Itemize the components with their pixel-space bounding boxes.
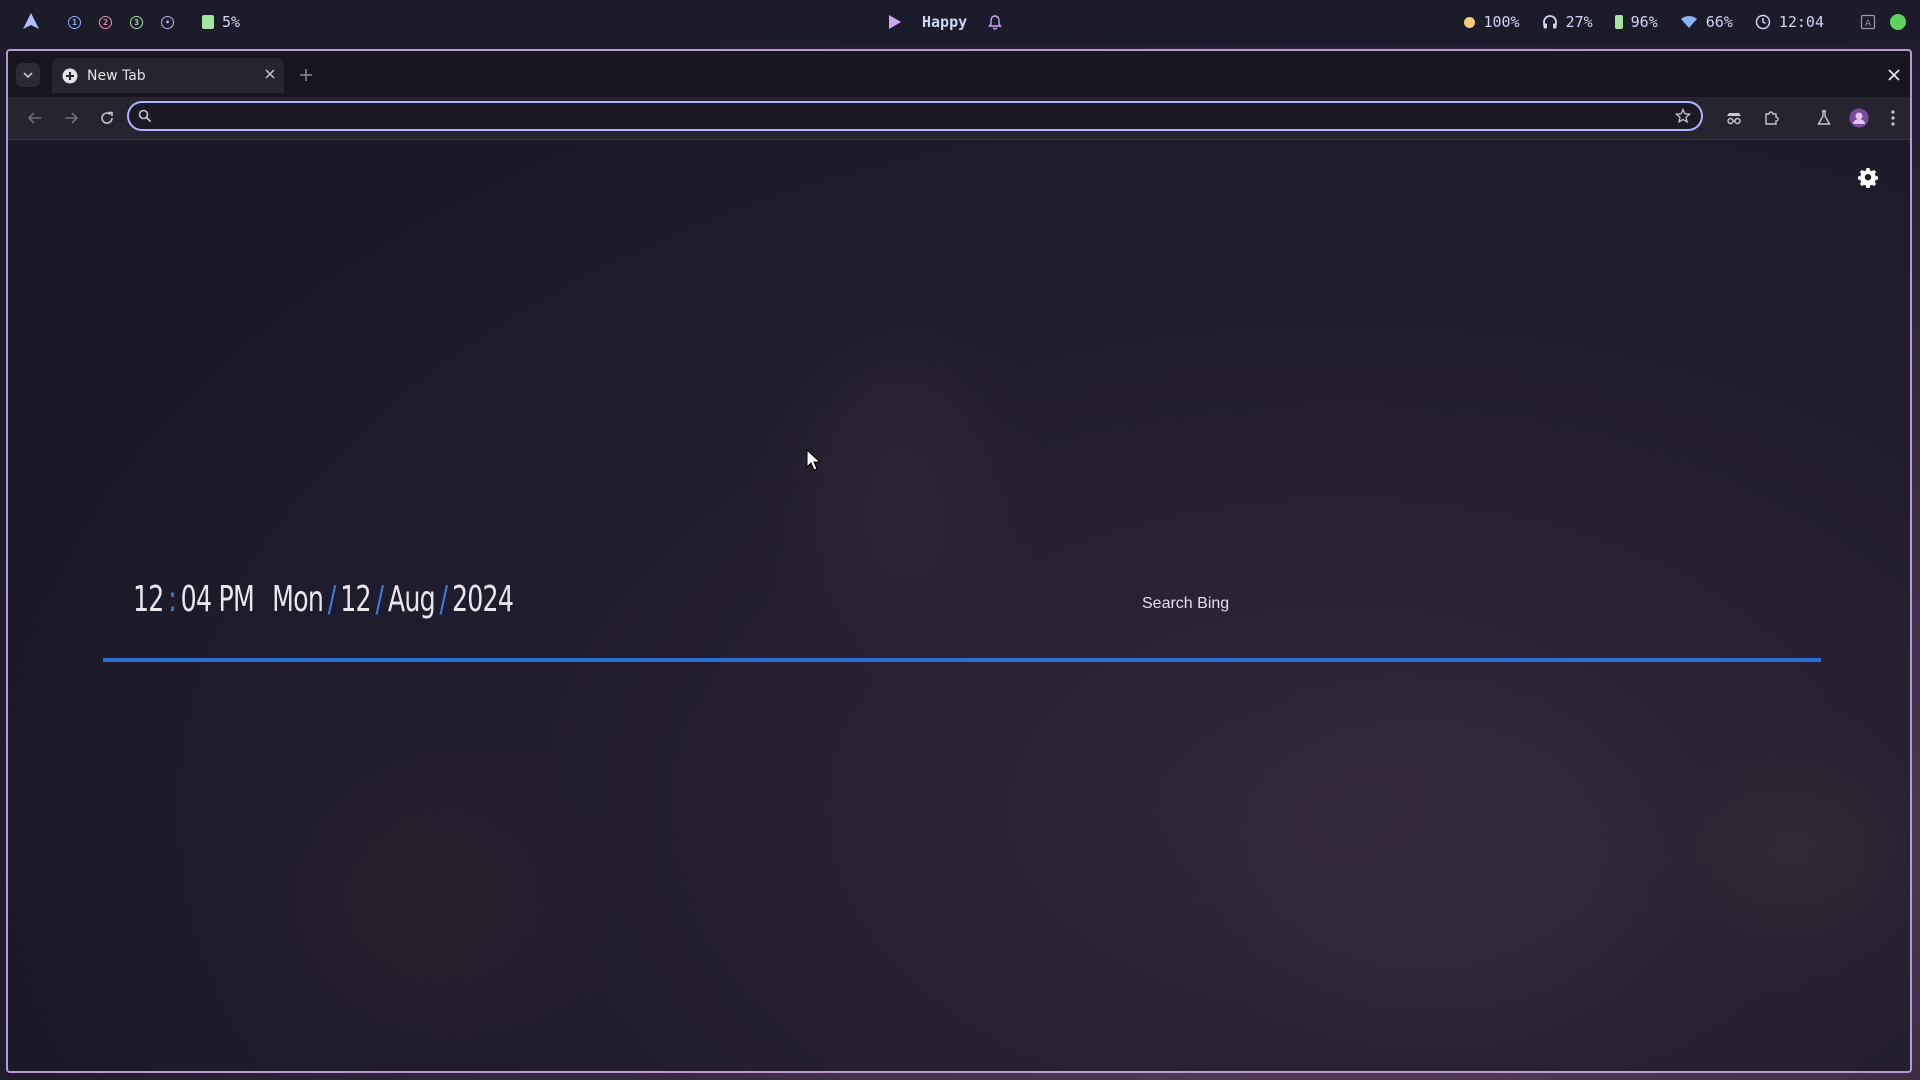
date-weekday: Mon: [272, 579, 324, 620]
workspace-4-button[interactable]: •: [161, 15, 174, 29]
topbar-right: 100% 27% 96% 66% 12:04 A: [1464, 0, 1906, 44]
tab-title: New Tab: [87, 67, 146, 84]
brightness-icon: [1464, 16, 1476, 28]
brightness-indicator[interactable]: 100%: [1464, 13, 1520, 31]
tab-new-tab[interactable]: New Tab: [52, 58, 284, 93]
close-tab-icon[interactable]: [264, 68, 276, 80]
brightness-value: 100%: [1483, 13, 1520, 31]
media-title[interactable]: Happy: [922, 13, 967, 31]
clock-hour: 12: [133, 579, 164, 620]
bell-icon[interactable]: [987, 14, 1003, 30]
clock-minute: 04: [180, 579, 212, 620]
headphone-volume-indicator[interactable]: 27%: [1542, 13, 1593, 31]
workspace-3-button[interactable]: 3: [130, 15, 143, 29]
workspace-1-button[interactable]: 1: [68, 15, 81, 29]
back-arrow-icon[interactable]: [22, 105, 48, 131]
clock-colon: :: [168, 579, 177, 620]
extensions-puzzle-icon[interactable]: [1758, 105, 1784, 131]
topbar-center: Happy: [888, 0, 1003, 44]
incognito-icon[interactable]: [1721, 105, 1747, 131]
headphone-volume-value: 27%: [1565, 13, 1593, 31]
date-separator: /: [375, 579, 384, 620]
reload-icon[interactable]: [94, 105, 120, 131]
topbar-left: 1 2 3 • 5%: [22, 0, 240, 44]
clock-icon: [1755, 14, 1771, 30]
search-bing-input[interactable]: Search Bing: [1142, 595, 1229, 613]
browser-menu-icon[interactable]: [1885, 105, 1901, 131]
bookmark-star-icon[interactable]: [1675, 108, 1691, 124]
clock-ampm: PM: [218, 579, 255, 620]
date-year: 2024: [451, 579, 514, 620]
mouse-cursor-icon: [806, 449, 822, 471]
close-window-icon[interactable]: [1882, 63, 1906, 87]
battery-value: 96%: [1630, 13, 1658, 31]
labs-flask-icon[interactable]: [1811, 105, 1837, 131]
play-icon[interactable]: [888, 14, 902, 30]
new-tab-plus-icon[interactable]: [294, 63, 318, 87]
browser-toolbar: [8, 97, 1910, 140]
profile-avatar-icon[interactable]: [1847, 106, 1871, 130]
clock-value: 12:04: [1778, 13, 1824, 31]
forward-arrow-icon[interactable]: [58, 105, 84, 131]
tray-app-icon[interactable]: [1890, 14, 1906, 30]
svg-text:A: A: [1865, 19, 1872, 29]
settings-gear-icon[interactable]: [1854, 164, 1882, 192]
tab-strip: New Tab: [8, 51, 1910, 97]
workspace-2-button[interactable]: 2: [99, 15, 112, 29]
date-day: 12: [340, 579, 371, 620]
browser-window: New Tab 12: 04 PM Mon / 12 / Aug / 2024…: [6, 49, 1912, 1073]
date-time-display: 12:04 PM Mon/12/Aug/2024: [133, 579, 514, 620]
system-topbar: 1 2 3 • 5% Happy 100% 27% 96% 66% 12:04 …: [0, 0, 1920, 44]
battery-icon: [1614, 15, 1623, 29]
search-underline: [103, 658, 1821, 662]
clock-indicator[interactable]: 12:04: [1755, 13, 1824, 31]
keyboard-layout-icon[interactable]: A: [1860, 14, 1876, 30]
wifi-value: 66%: [1705, 13, 1733, 31]
address-bar[interactable]: [127, 101, 1703, 131]
cpu-indicator: 5%: [202, 13, 240, 31]
wifi-icon: [1680, 15, 1698, 29]
date-separator: /: [327, 579, 337, 620]
wifi-indicator[interactable]: 66%: [1680, 13, 1733, 31]
headphones-icon: [1542, 14, 1558, 30]
cpu-icon: [202, 15, 214, 29]
battery-indicator[interactable]: 96%: [1614, 13, 1658, 31]
cpu-percent: 5%: [222, 13, 241, 31]
search-icon: [138, 109, 152, 123]
arch-logo-icon[interactable]: [22, 12, 42, 32]
date-separator: /: [439, 579, 449, 620]
new-tab-favicon-icon: [62, 68, 78, 84]
date-month: Aug: [387, 579, 436, 620]
tab-search-chevron-icon[interactable]: [16, 63, 40, 87]
